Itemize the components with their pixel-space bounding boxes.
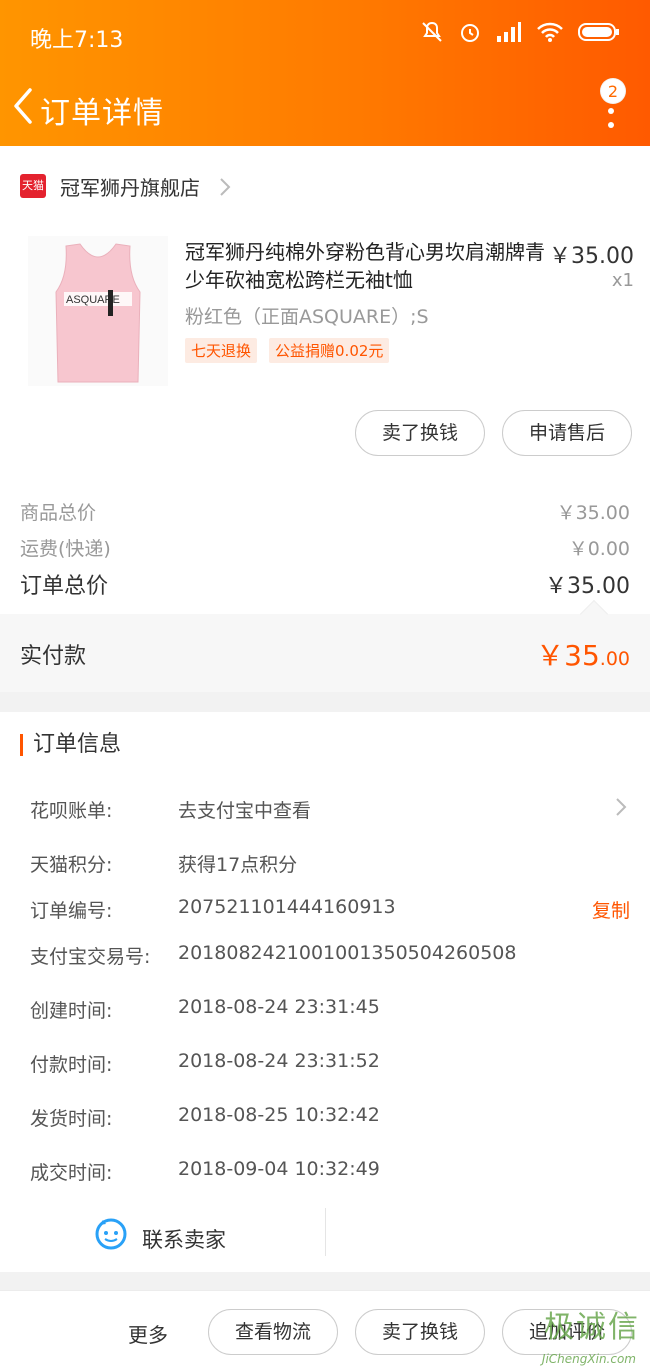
battery-icon bbox=[578, 23, 619, 41]
completed-time-value: 2018-09-04 10:32:49 bbox=[178, 1158, 380, 1180]
chevron-right-icon bbox=[616, 798, 627, 816]
status-bar: 晚上7:13 bbox=[0, 0, 650, 70]
alarm-icon bbox=[461, 24, 479, 42]
status-icons bbox=[420, 20, 620, 44]
sell-button-bottom[interactable]: 卖了换钱 bbox=[355, 1309, 485, 1355]
more-dot-icon bbox=[608, 108, 614, 114]
contact-seller-label: 联系卖家 bbox=[142, 1228, 226, 1252]
order-total-row: 订单总价 ￥35.00 bbox=[20, 568, 630, 600]
product-spec: 粉红色（正面ASQUARE）;S bbox=[185, 306, 429, 328]
watermark: 极诚信 JiChengXin.com bbox=[494, 1298, 644, 1368]
order-total-label: 订单总价 bbox=[20, 574, 109, 599]
nav-bar: 订单详情 2 bbox=[0, 70, 650, 146]
back-button[interactable] bbox=[8, 86, 38, 126]
product-title[interactable]: 冠军狮丹纯棉外穿粉色背心男坎肩潮牌青少年砍袖宽松跨栏无袖t恤 bbox=[185, 238, 545, 294]
product-quantity: x1 bbox=[611, 270, 634, 291]
page-title: 订单详情 bbox=[40, 96, 164, 131]
order-number-value: 207521101444160913 bbox=[178, 896, 396, 918]
tag-seven-day-return: 七天退换 bbox=[185, 338, 258, 363]
alipay-number-value: 2018082421001001350504260508 bbox=[178, 942, 517, 964]
paid-time-value: 2018-08-24 23:31:52 bbox=[178, 1050, 380, 1072]
sell-button[interactable]: 卖了换钱 bbox=[355, 410, 485, 456]
order-total-value: ￥35.00 bbox=[545, 574, 630, 599]
mute-icon bbox=[422, 21, 442, 42]
divider bbox=[325, 1208, 326, 1256]
points-value: 获得17点积分 bbox=[178, 854, 298, 876]
shipped-time-label: 发货时间: bbox=[30, 1108, 113, 1130]
chat-face-icon bbox=[95, 1218, 127, 1250]
huabei-label: 花呗账单: bbox=[30, 800, 113, 822]
shipped-time-value: 2018-08-25 10:32:42 bbox=[178, 1104, 380, 1126]
order-number-label: 订单编号: bbox=[30, 900, 113, 922]
status-time: 晚上7:13 bbox=[30, 28, 124, 53]
product-price: ￥35.00 bbox=[549, 244, 634, 269]
notification-badge: 2 bbox=[600, 78, 626, 104]
signal-icon bbox=[497, 22, 521, 42]
more-dot-icon bbox=[608, 122, 614, 128]
pricing-card: 商品总价 ￥35.00 运费(快递) ￥0.00 订单总价 ￥35.00 实付款… bbox=[0, 476, 650, 692]
product-card: 天猫 冠军狮丹旗舰店 ASQUARE 冠军狮丹纯棉外穿粉色背心男坎肩潮牌青少年砍… bbox=[0, 146, 650, 476]
after-sale-button[interactable]: 申请售后 bbox=[502, 410, 632, 456]
huabei-value: 去支付宝中查看 bbox=[178, 800, 312, 822]
shipping-row: 运费(快递) ￥0.00 bbox=[20, 534, 630, 561]
chevron-left-icon bbox=[14, 88, 32, 124]
contact-seller-row: 联系卖家 bbox=[0, 1204, 650, 1272]
product-image[interactable]: ASQUARE bbox=[28, 236, 168, 386]
paid-value-decimal: .00 bbox=[599, 648, 630, 670]
watermark-main: 极诚信 bbox=[544, 1310, 640, 1345]
wifi-icon bbox=[537, 22, 563, 42]
chevron-right-icon bbox=[220, 178, 231, 196]
caret-decoration bbox=[579, 599, 609, 629]
completed-time-label: 成交时间: bbox=[30, 1162, 113, 1184]
paid-value-main: ￥35 bbox=[536, 639, 600, 672]
more-button[interactable]: 更多 bbox=[128, 1319, 168, 1348]
paid-amount-block: 实付款 ￥35.00 bbox=[0, 599, 650, 692]
view-logistics-button[interactable]: 查看物流 bbox=[208, 1309, 338, 1355]
more-menu-button[interactable]: 2 bbox=[592, 78, 632, 132]
header: 晚上7:13 订单详情 2 bbox=[0, 0, 650, 146]
paid-label: 实付款 bbox=[20, 644, 87, 669]
points-label: 天猫积分: bbox=[30, 854, 113, 876]
shipping-value: ￥0.00 bbox=[568, 538, 630, 560]
copy-button[interactable]: 复制 bbox=[592, 896, 630, 923]
watermark-sub: JiChengXin.com bbox=[541, 1352, 636, 1366]
product-tags: 七天退换 公益捐赠0.02元 bbox=[185, 338, 390, 363]
order-info-title: 订单信息 bbox=[20, 734, 121, 756]
alipay-number-label: 支付宝交易号: bbox=[30, 946, 151, 968]
paid-value: ￥35.00 bbox=[536, 634, 630, 674]
order-info-card: 订单信息 花呗账单: 去支付宝中查看 天猫积分: 获得17点积分 订单编号: 2… bbox=[0, 712, 650, 1272]
shop-name: 冠军狮丹旗舰店 bbox=[60, 176, 200, 200]
tmall-logo: 天猫 bbox=[20, 174, 46, 198]
paid-time-label: 付款时间: bbox=[30, 1054, 113, 1076]
shipping-label: 运费(快递) bbox=[20, 538, 111, 560]
goods-total-label: 商品总价 bbox=[20, 502, 97, 524]
goods-total-row: 商品总价 ￥35.00 bbox=[20, 498, 630, 525]
tank-top-image: ASQUARE bbox=[55, 243, 141, 383]
tag-charity: 公益捐赠0.02元 bbox=[269, 338, 390, 363]
created-time-value: 2018-08-24 23:31:45 bbox=[178, 996, 380, 1018]
created-time-label: 创建时间: bbox=[30, 1000, 113, 1022]
shop-row[interactable]: 天猫 冠军狮丹旗舰店 bbox=[0, 146, 650, 226]
goods-total-value: ￥35.00 bbox=[556, 502, 630, 524]
